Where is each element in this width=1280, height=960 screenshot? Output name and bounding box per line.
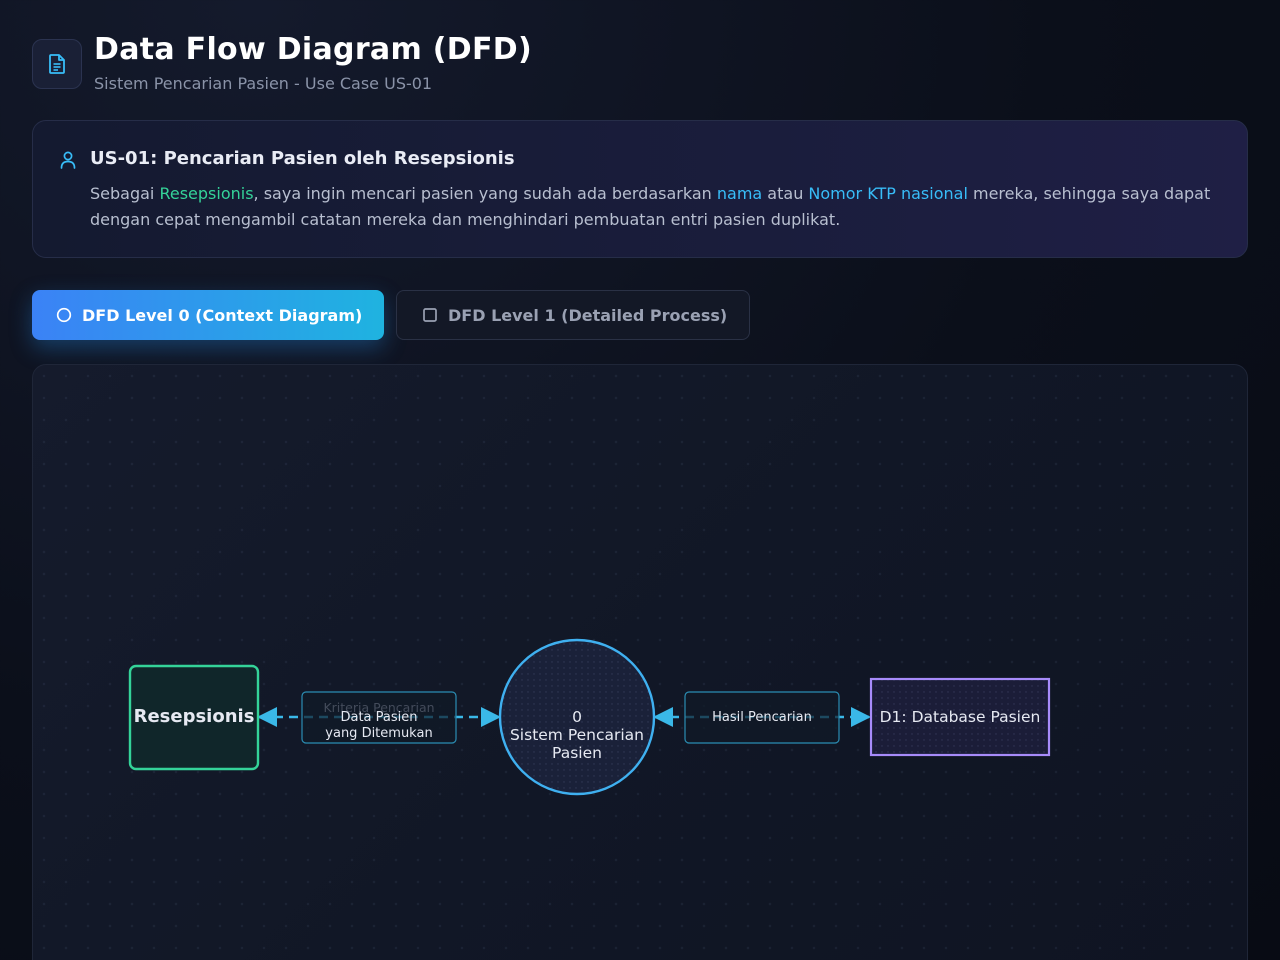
- user-story-title: US-01: Pencarian Pasien oleh Resepsionis: [90, 148, 515, 169]
- tab-label: DFD Level 1 (Detailed Process): [448, 305, 728, 325]
- process-number: 0: [572, 708, 582, 726]
- document-icon: [32, 39, 82, 89]
- process-sistem-pencarian: 0 Sistem Pencarian Pasien: [498, 638, 656, 796]
- flow-label-hasil-pencarian: Hasil Pencarian: [684, 691, 840, 744]
- entity-label: Resepsionis: [134, 706, 255, 727]
- datastore-database-pasien: D1: Database Pasien: [869, 677, 1051, 757]
- flow-label-line2: yang Ditemukan: [325, 726, 432, 741]
- dfd-level-0-diagram: Kriteria Pencarian Data Pasien yang Dite…: [128, 638, 1051, 796]
- page-title: Data Flow Diagram (DFD): [94, 32, 532, 67]
- page-header: Data Flow Diagram (DFD) Sistem Pencarian…: [32, 32, 532, 93]
- square-icon: [422, 307, 438, 323]
- user-story-card: US-01: Pencarian Pasien oleh Resepsionis…: [32, 120, 1248, 258]
- keyword-highlight-name: nama: [716, 184, 763, 203]
- tab-dfd-level-0[interactable]: DFD Level 0 (Context Diagram): [32, 290, 384, 340]
- process-label-line2: Pasien: [552, 744, 602, 762]
- tab-label: DFD Level 0 (Context Diagram): [82, 305, 363, 325]
- flow-label-data-pasien: Kriteria Pencarian Data Pasien yang Dite…: [301, 691, 457, 744]
- role-highlight: Resepsionis: [159, 184, 254, 203]
- tab-dfd-level-1[interactable]: DFD Level 1 (Detailed Process): [396, 290, 750, 340]
- datastore-label: D1: Database Pasien: [880, 708, 1041, 726]
- user-story-text: Sebagai Resepsionis, saya ingin mencari …: [90, 184, 1211, 229]
- flow-label-line1: Data Pasien: [340, 710, 417, 725]
- flow-label-line1: Hasil Pencarian: [712, 710, 812, 725]
- diagram-canvas: Kriteria Pencarian Data Pasien yang Dite…: [32, 364, 1248, 960]
- user-icon: [59, 150, 77, 174]
- page-subtitle: Sistem Pencarian Pasien - Use Case US-01: [94, 74, 433, 93]
- keyword-highlight-ktp: Nomor KTP nasional: [808, 184, 968, 203]
- process-label-line1: Sistem Pencarian: [510, 726, 644, 744]
- circle-icon: [56, 307, 72, 323]
- external-entity-resepsionis: Resepsionis: [128, 664, 260, 771]
